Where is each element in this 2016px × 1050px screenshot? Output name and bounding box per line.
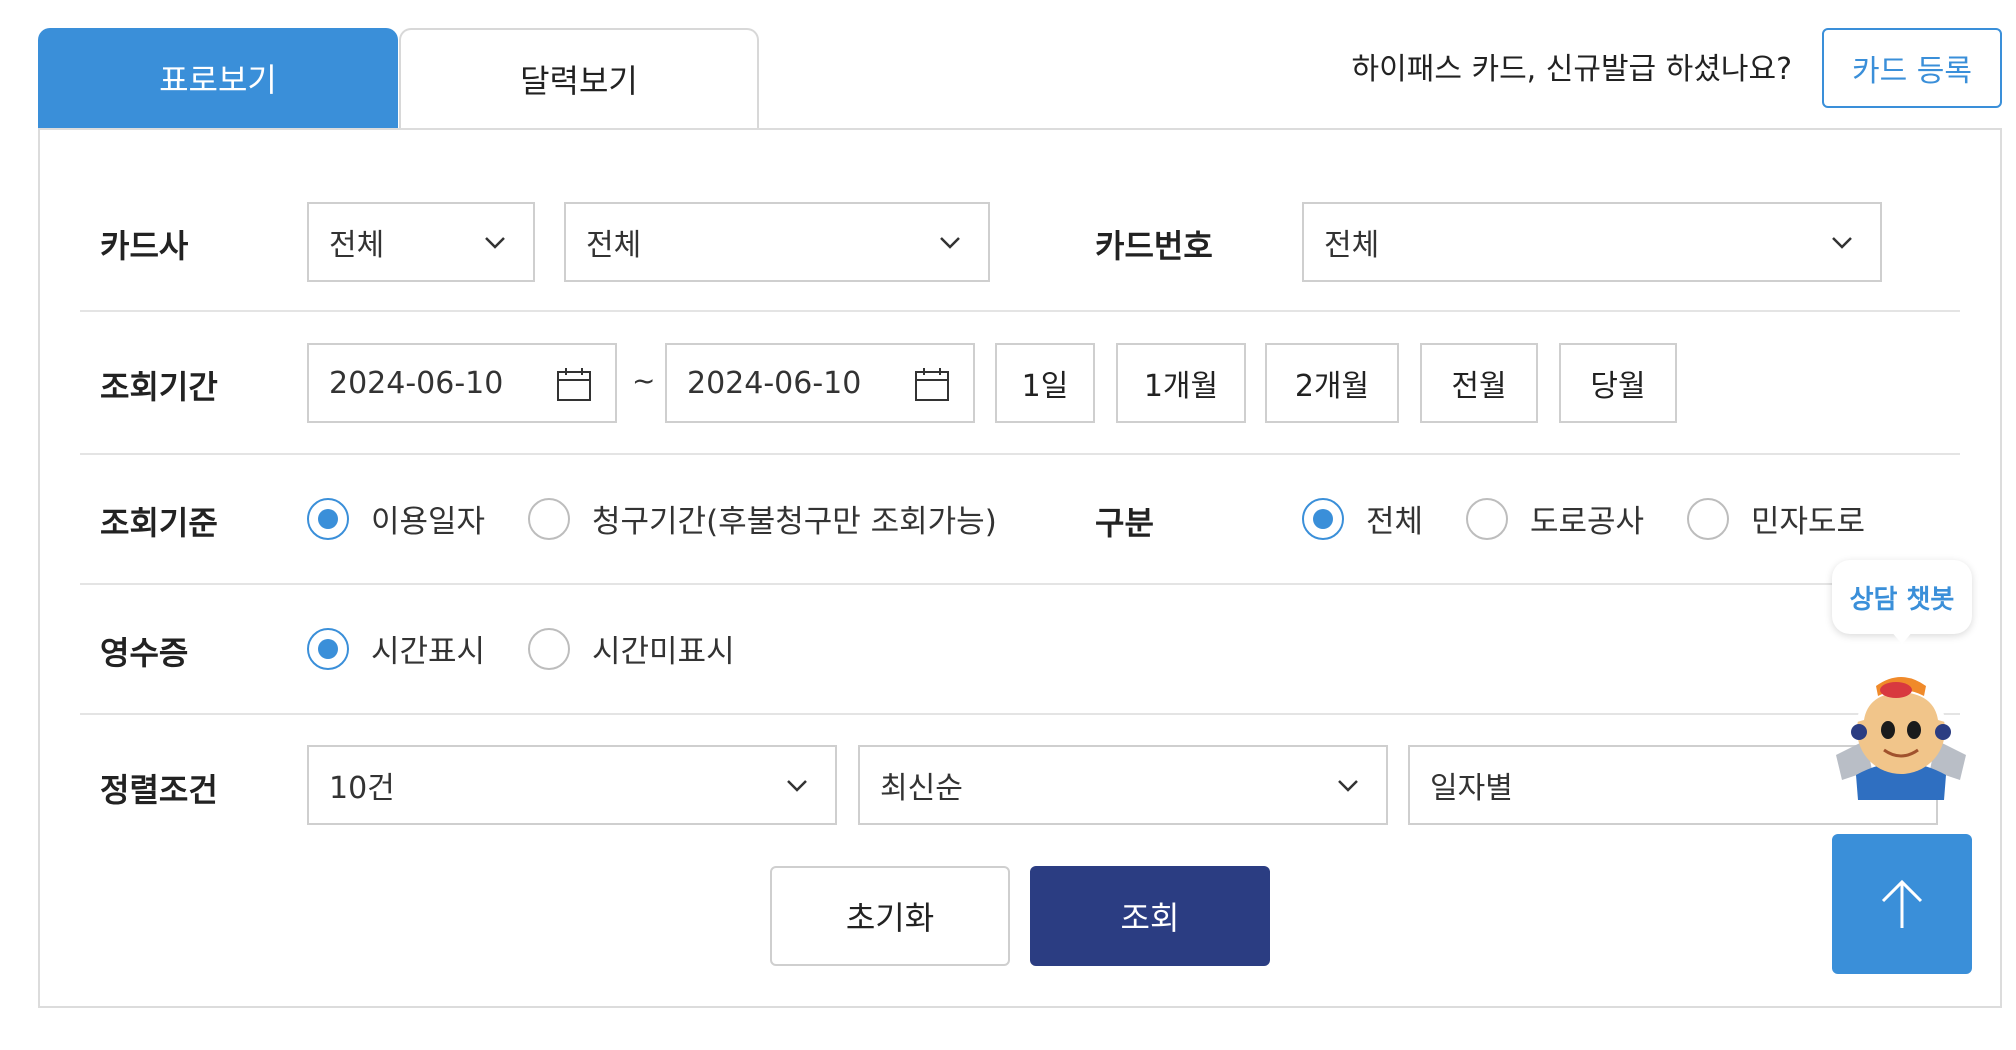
category-label: 구분 <box>1095 504 1154 542</box>
radio-indicator-checked[interactable] <box>307 627 349 670</box>
radio-indicator[interactable] <box>1466 497 1508 540</box>
radio-hide-time[interactable]: 시간미표시 <box>528 626 735 671</box>
chatbot-mascot-icon[interactable] <box>1826 660 1976 800</box>
radio-category-all[interactable]: 전체 <box>1302 496 1423 541</box>
calendar-icon[interactable] <box>913 365 951 403</box>
tab-calendar-view-label: 달력보기 <box>520 62 638 100</box>
radio-category-private-road-label: 민자도로 <box>1751 504 1866 540</box>
preset-last-month-button[interactable]: 전월 <box>1420 343 1538 423</box>
chatbot-bubble[interactable]: 상담 챗봇 <box>1832 560 1972 634</box>
search-button[interactable]: 조회 <box>1030 866 1270 966</box>
chevron-down-icon <box>940 237 960 249</box>
reset-button[interactable]: 초기화 <box>770 866 1010 966</box>
row-divider <box>80 310 1960 312</box>
chevron-down-icon <box>485 237 505 249</box>
row-divider <box>80 453 1960 455</box>
radio-category-expressway-label: 도로공사 <box>1530 504 1645 540</box>
end-date-input[interactable]: 2024-06-10 <box>665 343 975 423</box>
radio-category-expressway[interactable]: 도로공사 <box>1466 496 1644 541</box>
card-number-select[interactable]: 전체 <box>1302 202 1882 282</box>
row-divider <box>80 713 1960 715</box>
radio-indicator-checked[interactable] <box>1302 497 1344 540</box>
radio-show-time-label: 시간표시 <box>371 634 486 670</box>
preset-1day-button[interactable]: 1일 <box>995 343 1095 423</box>
radio-indicator[interactable] <box>1687 497 1729 540</box>
chatbot-bubble-tail <box>1890 630 1914 644</box>
card-number-select-value: 전체 <box>1324 228 1380 263</box>
sort-label: 정렬조건 <box>100 771 218 809</box>
preset-2month-button[interactable]: 2개월 <box>1265 343 1399 423</box>
radio-category-private-road[interactable]: 민자도로 <box>1687 496 1865 541</box>
sort-group-value: 일자별 <box>1430 771 1513 806</box>
radio-indicator[interactable] <box>528 627 570 670</box>
start-date-value: 2024-06-10 <box>329 365 504 401</box>
receipt-label: 영수증 <box>100 634 189 672</box>
sort-count-value: 10건 <box>329 771 395 806</box>
preset-1month-button[interactable]: 1개월 <box>1116 343 1246 423</box>
tab-calendar-view[interactable]: 달력보기 <box>399 28 759 128</box>
card-type-select-value: 전체 <box>586 228 642 263</box>
sort-order-value: 최신순 <box>880 771 963 806</box>
radio-billing-period[interactable]: 청구기간(후불청구만 조회가능) <box>528 496 997 541</box>
chevron-down-icon <box>787 780 807 792</box>
chevron-down-icon <box>1338 780 1358 792</box>
sort-count-select[interactable]: 10건 <box>307 745 837 825</box>
card-company-label: 카드사 <box>100 227 189 265</box>
start-date-input[interactable]: 2024-06-10 <box>307 343 617 423</box>
radio-show-time[interactable]: 시간표시 <box>307 626 485 671</box>
period-label: 조회기간 <box>100 368 218 406</box>
chatbot-label: 상담 챗봇 <box>1849 584 1955 615</box>
calendar-icon[interactable] <box>555 365 593 403</box>
preset-this-month-button[interactable]: 당월 <box>1559 343 1677 423</box>
criteria-label: 조회기준 <box>100 504 218 542</box>
card-register-button[interactable]: 카드 등록 <box>1822 28 2002 108</box>
card-company-select[interactable]: 전체 <box>307 202 535 282</box>
radio-billing-period-label: 청구기간(후불청구만 조회가능) <box>592 504 997 540</box>
card-number-label: 카드번호 <box>1095 227 1213 265</box>
radio-indicator[interactable] <box>528 497 570 540</box>
card-type-select[interactable]: 전체 <box>564 202 990 282</box>
radio-usage-date-label: 이용일자 <box>371 504 486 540</box>
end-date-value: 2024-06-10 <box>687 365 862 401</box>
arrow-up-icon <box>1881 879 1923 928</box>
card-company-select-value: 전체 <box>329 228 385 263</box>
radio-category-all-label: 전체 <box>1366 504 1424 540</box>
sort-order-select[interactable]: 최신순 <box>858 745 1388 825</box>
chevron-down-icon <box>1832 237 1852 249</box>
card-promo-text: 하이패스 카드, 신규발급 하셨나요? <box>1351 52 1792 87</box>
tab-table-view[interactable]: 표로보기 <box>38 28 398 128</box>
row-divider <box>80 583 1960 585</box>
radio-hide-time-label: 시간미표시 <box>592 634 735 670</box>
radio-usage-date[interactable]: 이용일자 <box>307 496 485 541</box>
radio-indicator-checked[interactable] <box>307 497 349 540</box>
tab-table-view-label: 표로보기 <box>159 61 277 99</box>
scroll-top-button[interactable] <box>1832 834 1972 974</box>
date-range-separator: ~ <box>632 364 656 397</box>
